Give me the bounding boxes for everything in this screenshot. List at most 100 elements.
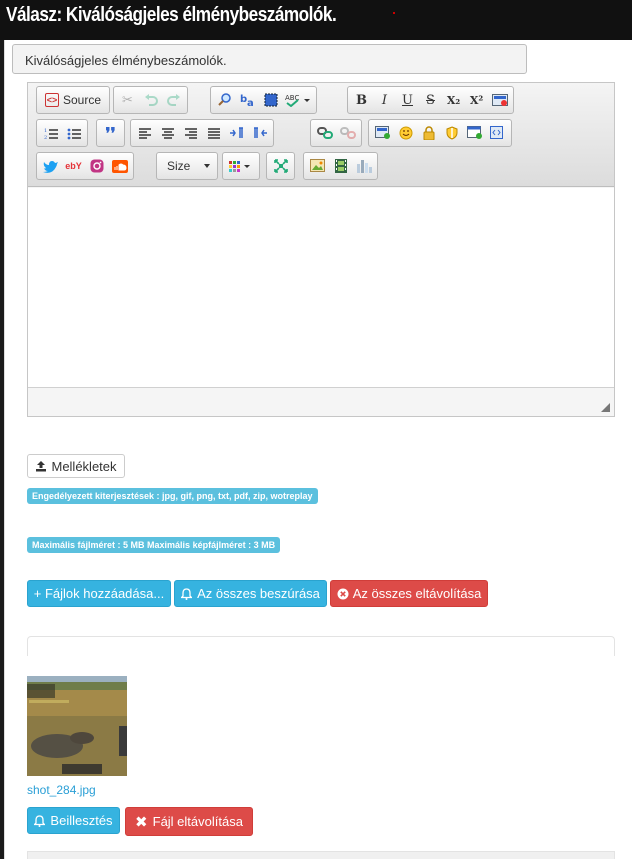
align-right-icon [184, 127, 197, 139]
replace-button[interactable]: ba [236, 89, 259, 111]
bold-button[interactable]: B [350, 89, 373, 111]
toolbar-group-media [303, 152, 378, 180]
strike-button[interactable]: S [419, 89, 442, 111]
svg-text:a: a [247, 98, 254, 107]
ebay-button[interactable]: ebY [62, 155, 85, 177]
font-size-select[interactable]: Size [159, 155, 215, 177]
remove-file-button[interactable]: ✖ Fájl eltávolítása [125, 807, 253, 836]
cut-icon: ✂ [122, 92, 133, 108]
insert-file-button[interactable]: Beillesztés [27, 807, 120, 834]
spellcheck-button[interactable]: ABC [282, 89, 314, 111]
bulleted-list-icon [67, 128, 81, 139]
soundcloud-icon [111, 159, 128, 173]
remove-circle-icon [337, 588, 349, 599]
link-button[interactable] [313, 122, 336, 144]
undo-button[interactable] [139, 89, 162, 111]
toolbar-group-insert [368, 119, 512, 147]
iframe-icon [466, 126, 482, 139]
soundcloud-button[interactable] [108, 155, 131, 177]
ltr-button[interactable] [225, 122, 248, 144]
film-icon [334, 159, 347, 173]
rtl-button[interactable] [248, 122, 271, 144]
chart-button[interactable] [352, 155, 375, 177]
toolbar-group-links [310, 119, 362, 147]
upload-dropzone [27, 636, 615, 656]
twitter-button[interactable] [39, 155, 62, 177]
shield-button[interactable] [440, 122, 463, 144]
youtube-button[interactable] [488, 89, 511, 111]
cut-button[interactable]: ✂ [116, 89, 139, 111]
attachments-button[interactable]: Mellékletek [27, 454, 125, 478]
attachments-label: Mellékletek [51, 458, 117, 474]
underline-icon: U [402, 92, 413, 108]
superscript-button[interactable]: X² [465, 89, 488, 111]
underline-button[interactable]: U [396, 89, 419, 111]
insert-image-button[interactable] [306, 155, 329, 177]
maximize-icon [273, 159, 288, 173]
video-button[interactable] [329, 155, 352, 177]
toolbar-group-blocks: ❜❜ [96, 119, 125, 147]
redo-button[interactable] [162, 89, 185, 111]
page-title: Válasz: Kiválóságjeles élménybeszámolók. [6, 4, 337, 26]
maximize-button[interactable] [269, 155, 292, 177]
superscript-icon: X² [469, 93, 484, 107]
toolbar-group-align [130, 119, 274, 147]
numbered-list-button[interactable]: 12 [39, 122, 62, 144]
source-button[interactable]: <> Source [39, 89, 107, 111]
subject-input[interactable]: Kiválóságjeles élménybeszámolók. [12, 44, 527, 74]
select-all-icon [264, 93, 277, 107]
toolbar-group-document: <> Source [36, 86, 111, 114]
svg-text:1: 1 [44, 128, 47, 134]
iframe-button[interactable] [463, 122, 486, 144]
blockquote-icon: ❜❜ [105, 123, 116, 143]
bulleted-list-button[interactable] [62, 122, 85, 144]
twitter-icon [42, 160, 58, 173]
align-left-icon [138, 127, 151, 139]
find-button[interactable] [213, 89, 236, 111]
strike-icon: S [426, 92, 435, 108]
remove-file-label: Fájl eltávolítása [152, 814, 243, 829]
toolbar-group-lists: 12 [36, 119, 88, 147]
remove-all-label: Az összes eltávolítása [352, 586, 482, 601]
resize-handle-icon[interactable] [601, 403, 610, 412]
instagram-button[interactable] [85, 155, 108, 177]
code-snippet-icon [489, 126, 503, 139]
ltr-icon [229, 127, 243, 138]
align-center-button[interactable] [156, 122, 179, 144]
toolbar-group-tools [266, 152, 295, 180]
spellcheck-icon: ABC [285, 94, 310, 107]
attachment-thumbnail[interactable] [27, 676, 127, 776]
replace-icon: ba [240, 94, 254, 107]
chart-icon [356, 160, 372, 173]
remove-all-button[interactable]: Az összes eltávolítása [330, 580, 488, 607]
lock-button[interactable] [417, 122, 440, 144]
image-icon [374, 126, 390, 139]
text-color-button[interactable] [225, 155, 257, 177]
ebay-icon: ebY [65, 161, 82, 171]
font-size-label: Size [167, 159, 191, 173]
max-filesize-badge: Maximális fájlméret : 5 MB Maximális kép… [27, 537, 281, 553]
image-button[interactable] [371, 122, 394, 144]
bold-icon: B [356, 92, 367, 108]
youtube-icon [491, 93, 508, 106]
editor-content-area[interactable] [28, 188, 614, 388]
italic-button[interactable]: I [373, 89, 396, 111]
subscript-button[interactable]: X₂ [442, 89, 465, 111]
add-files-button[interactable]: + Fájlok hozzáadása... [27, 580, 171, 607]
italic-icon: I [381, 92, 388, 108]
toolbar-group-editing: ba ABC [210, 86, 317, 114]
justify-button[interactable] [202, 122, 225, 144]
smiley-icon [399, 126, 412, 140]
attachment-filename-link[interactable]: shot_284.jpg [27, 783, 96, 797]
align-left-button[interactable] [133, 122, 156, 144]
select-all-button[interactable] [259, 89, 282, 111]
unlink-button[interactable] [336, 122, 359, 144]
align-right-button[interactable] [179, 122, 202, 144]
insert-all-label: Az összes beszúrása [197, 586, 320, 601]
toolbar-group-colors [222, 152, 260, 180]
blockquote-button[interactable]: ❜❜ [99, 122, 122, 144]
code-snippet-button[interactable] [486, 122, 509, 144]
align-center-icon [161, 127, 174, 139]
smiley-button[interactable] [394, 122, 417, 144]
insert-all-button[interactable]: Az összes beszúrása [174, 580, 327, 607]
